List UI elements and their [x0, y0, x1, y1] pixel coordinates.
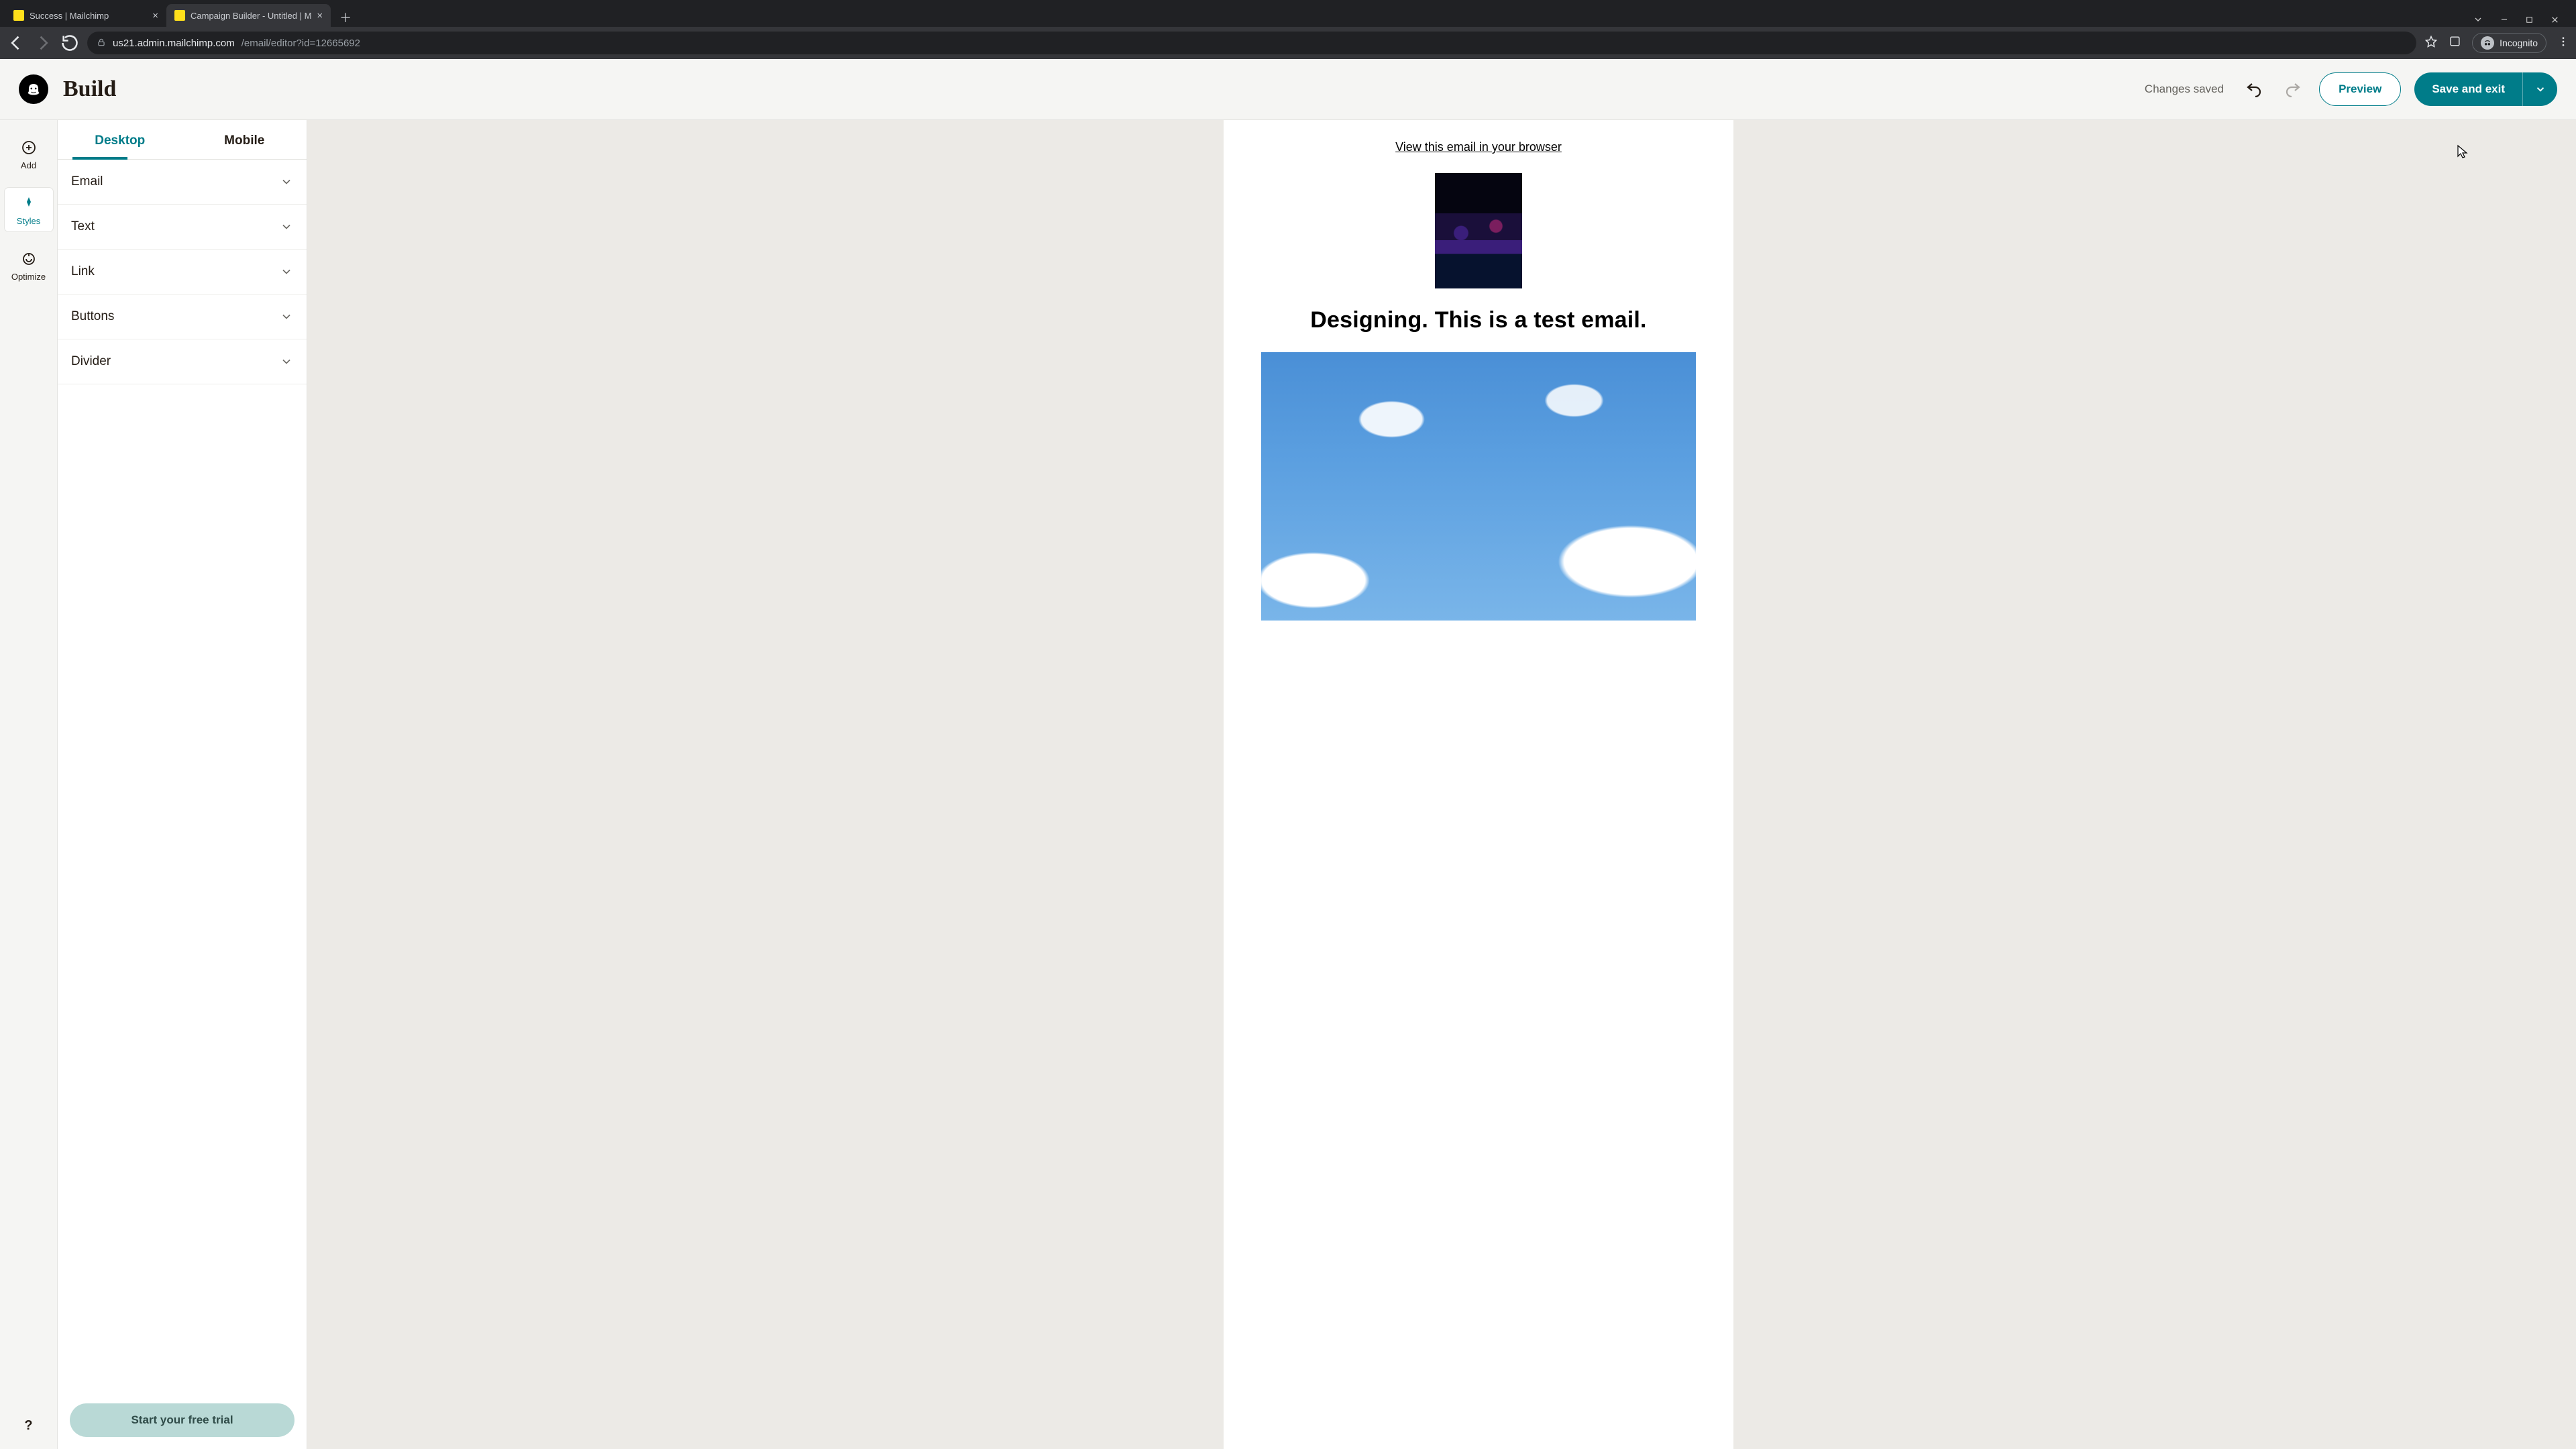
rail-label: Optimize	[11, 272, 46, 282]
mailchimp-favicon	[13, 10, 24, 21]
save-dropdown-button[interactable]	[2522, 72, 2557, 106]
left-rail: Add Styles Optimize ?	[0, 120, 58, 1449]
window-maximize-button[interactable]	[2525, 15, 2534, 26]
preview-button[interactable]: Preview	[2319, 72, 2401, 106]
rail-item-add[interactable]: Add	[5, 132, 53, 176]
section-buttons[interactable]: Buttons	[58, 294, 307, 339]
tab-desktop[interactable]: Desktop	[58, 120, 182, 159]
close-icon[interactable]: ×	[152, 10, 158, 21]
viewport-tabs: Desktop Mobile	[58, 120, 307, 160]
section-label: Text	[71, 219, 95, 234]
email-hero-image[interactable]	[1435, 173, 1522, 288]
editor-canvas: View this email in your browser Designin…	[307, 120, 2576, 1449]
canvas-scroll[interactable]: View this email in your browser Designin…	[307, 120, 2576, 1449]
window-close-button[interactable]	[2550, 15, 2560, 27]
rail-item-styles[interactable]: Styles	[5, 188, 53, 231]
chevron-down-icon	[280, 310, 293, 323]
browser-toolbar: us21.admin.mailchimp.com/email/editor?id…	[0, 27, 2576, 59]
style-sections: Email Text Link Buttons	[58, 160, 307, 1391]
incognito-indicator[interactable]: Incognito	[2472, 33, 2546, 53]
window-minimize-button[interactable]	[2500, 15, 2509, 26]
bookmark-star-icon[interactable]	[2424, 35, 2438, 52]
reload-button[interactable]	[60, 34, 79, 52]
url-host: us21.admin.mailchimp.com	[113, 38, 235, 49]
email-preview[interactable]: View this email in your browser Designin…	[1224, 120, 1733, 1449]
browser-tab-title: Success | Mailchimp	[30, 11, 147, 21]
plus-circle-icon	[20, 139, 38, 156]
mailchimp-logo[interactable]	[19, 74, 48, 104]
start-trial-button[interactable]: Start your free trial	[70, 1403, 294, 1437]
chevron-down-icon	[280, 355, 293, 368]
help-button[interactable]: ?	[17, 1414, 40, 1437]
chevron-down-icon	[280, 175, 293, 189]
url-path: /email/editor?id=12665692	[241, 38, 360, 49]
styles-panel: Desktop Mobile Email Text	[58, 120, 307, 1449]
section-link[interactable]: Link	[58, 250, 307, 294]
mailchimp-favicon	[174, 10, 185, 21]
undo-button[interactable]	[2241, 76, 2267, 102]
browser-tab[interactable]: Success | Mailchimp ×	[5, 4, 166, 27]
forward-button[interactable]	[34, 34, 52, 52]
email-body-image[interactable]	[1261, 352, 1696, 621]
window-controls	[2473, 14, 2571, 27]
optimize-icon	[20, 250, 38, 268]
save-label: Save and exit	[2432, 83, 2505, 96]
section-text[interactable]: Text	[58, 205, 307, 250]
section-label: Buttons	[71, 309, 114, 324]
tab-label: Desktop	[95, 133, 145, 148]
view-in-browser-link[interactable]: View this email in your browser	[1395, 140, 1562, 154]
help-label: ?	[24, 1418, 32, 1434]
cta-label: Start your free trial	[131, 1413, 233, 1426]
chevron-down-icon	[280, 220, 293, 233]
tab-label: Mobile	[224, 133, 264, 148]
tabs-dropdown-icon[interactable]	[2473, 14, 2483, 27]
save-and-exit-button[interactable]: Save and exit	[2414, 72, 2522, 106]
section-label: Link	[71, 264, 95, 279]
section-email[interactable]: Email	[58, 160, 307, 205]
rail-label: Add	[21, 160, 36, 170]
incognito-icon	[2481, 36, 2494, 50]
browser-tab[interactable]: Campaign Builder - Untitled | M ×	[166, 4, 331, 27]
section-label: Divider	[71, 354, 111, 369]
view-in-browser-label: View this email in your browser	[1395, 140, 1562, 154]
redo-button[interactable]	[2280, 76, 2306, 102]
new-tab-button[interactable]: ＋	[336, 8, 355, 27]
address-bar[interactable]: us21.admin.mailchimp.com/email/editor?id…	[87, 32, 2416, 54]
incognito-label: Incognito	[2500, 38, 2538, 48]
tab-mobile[interactable]: Mobile	[182, 120, 307, 159]
kebab-menu-icon[interactable]	[2557, 36, 2569, 51]
section-label: Email	[71, 174, 103, 189]
preview-label: Preview	[2339, 83, 2381, 96]
browser-tab-strip: Success | Mailchimp × Campaign Builder -…	[0, 0, 2576, 27]
rail-label: Styles	[17, 216, 40, 226]
extensions-icon[interactable]	[2449, 35, 2461, 51]
email-headline[interactable]: Designing. This is a test email.	[1310, 307, 1646, 333]
browser-tab-title: Campaign Builder - Untitled | M	[191, 11, 311, 21]
styles-icon	[20, 195, 38, 212]
save-status: Changes saved	[2145, 83, 2224, 96]
close-icon[interactable]: ×	[317, 10, 323, 21]
app-header: Build Changes saved Preview Save and exi…	[0, 59, 2576, 119]
page-title: Build	[63, 76, 116, 102]
chevron-down-icon	[280, 265, 293, 278]
back-button[interactable]	[7, 34, 25, 52]
lock-icon	[97, 38, 106, 49]
rail-item-optimize[interactable]: Optimize	[5, 244, 53, 287]
section-divider[interactable]: Divider	[58, 339, 307, 384]
